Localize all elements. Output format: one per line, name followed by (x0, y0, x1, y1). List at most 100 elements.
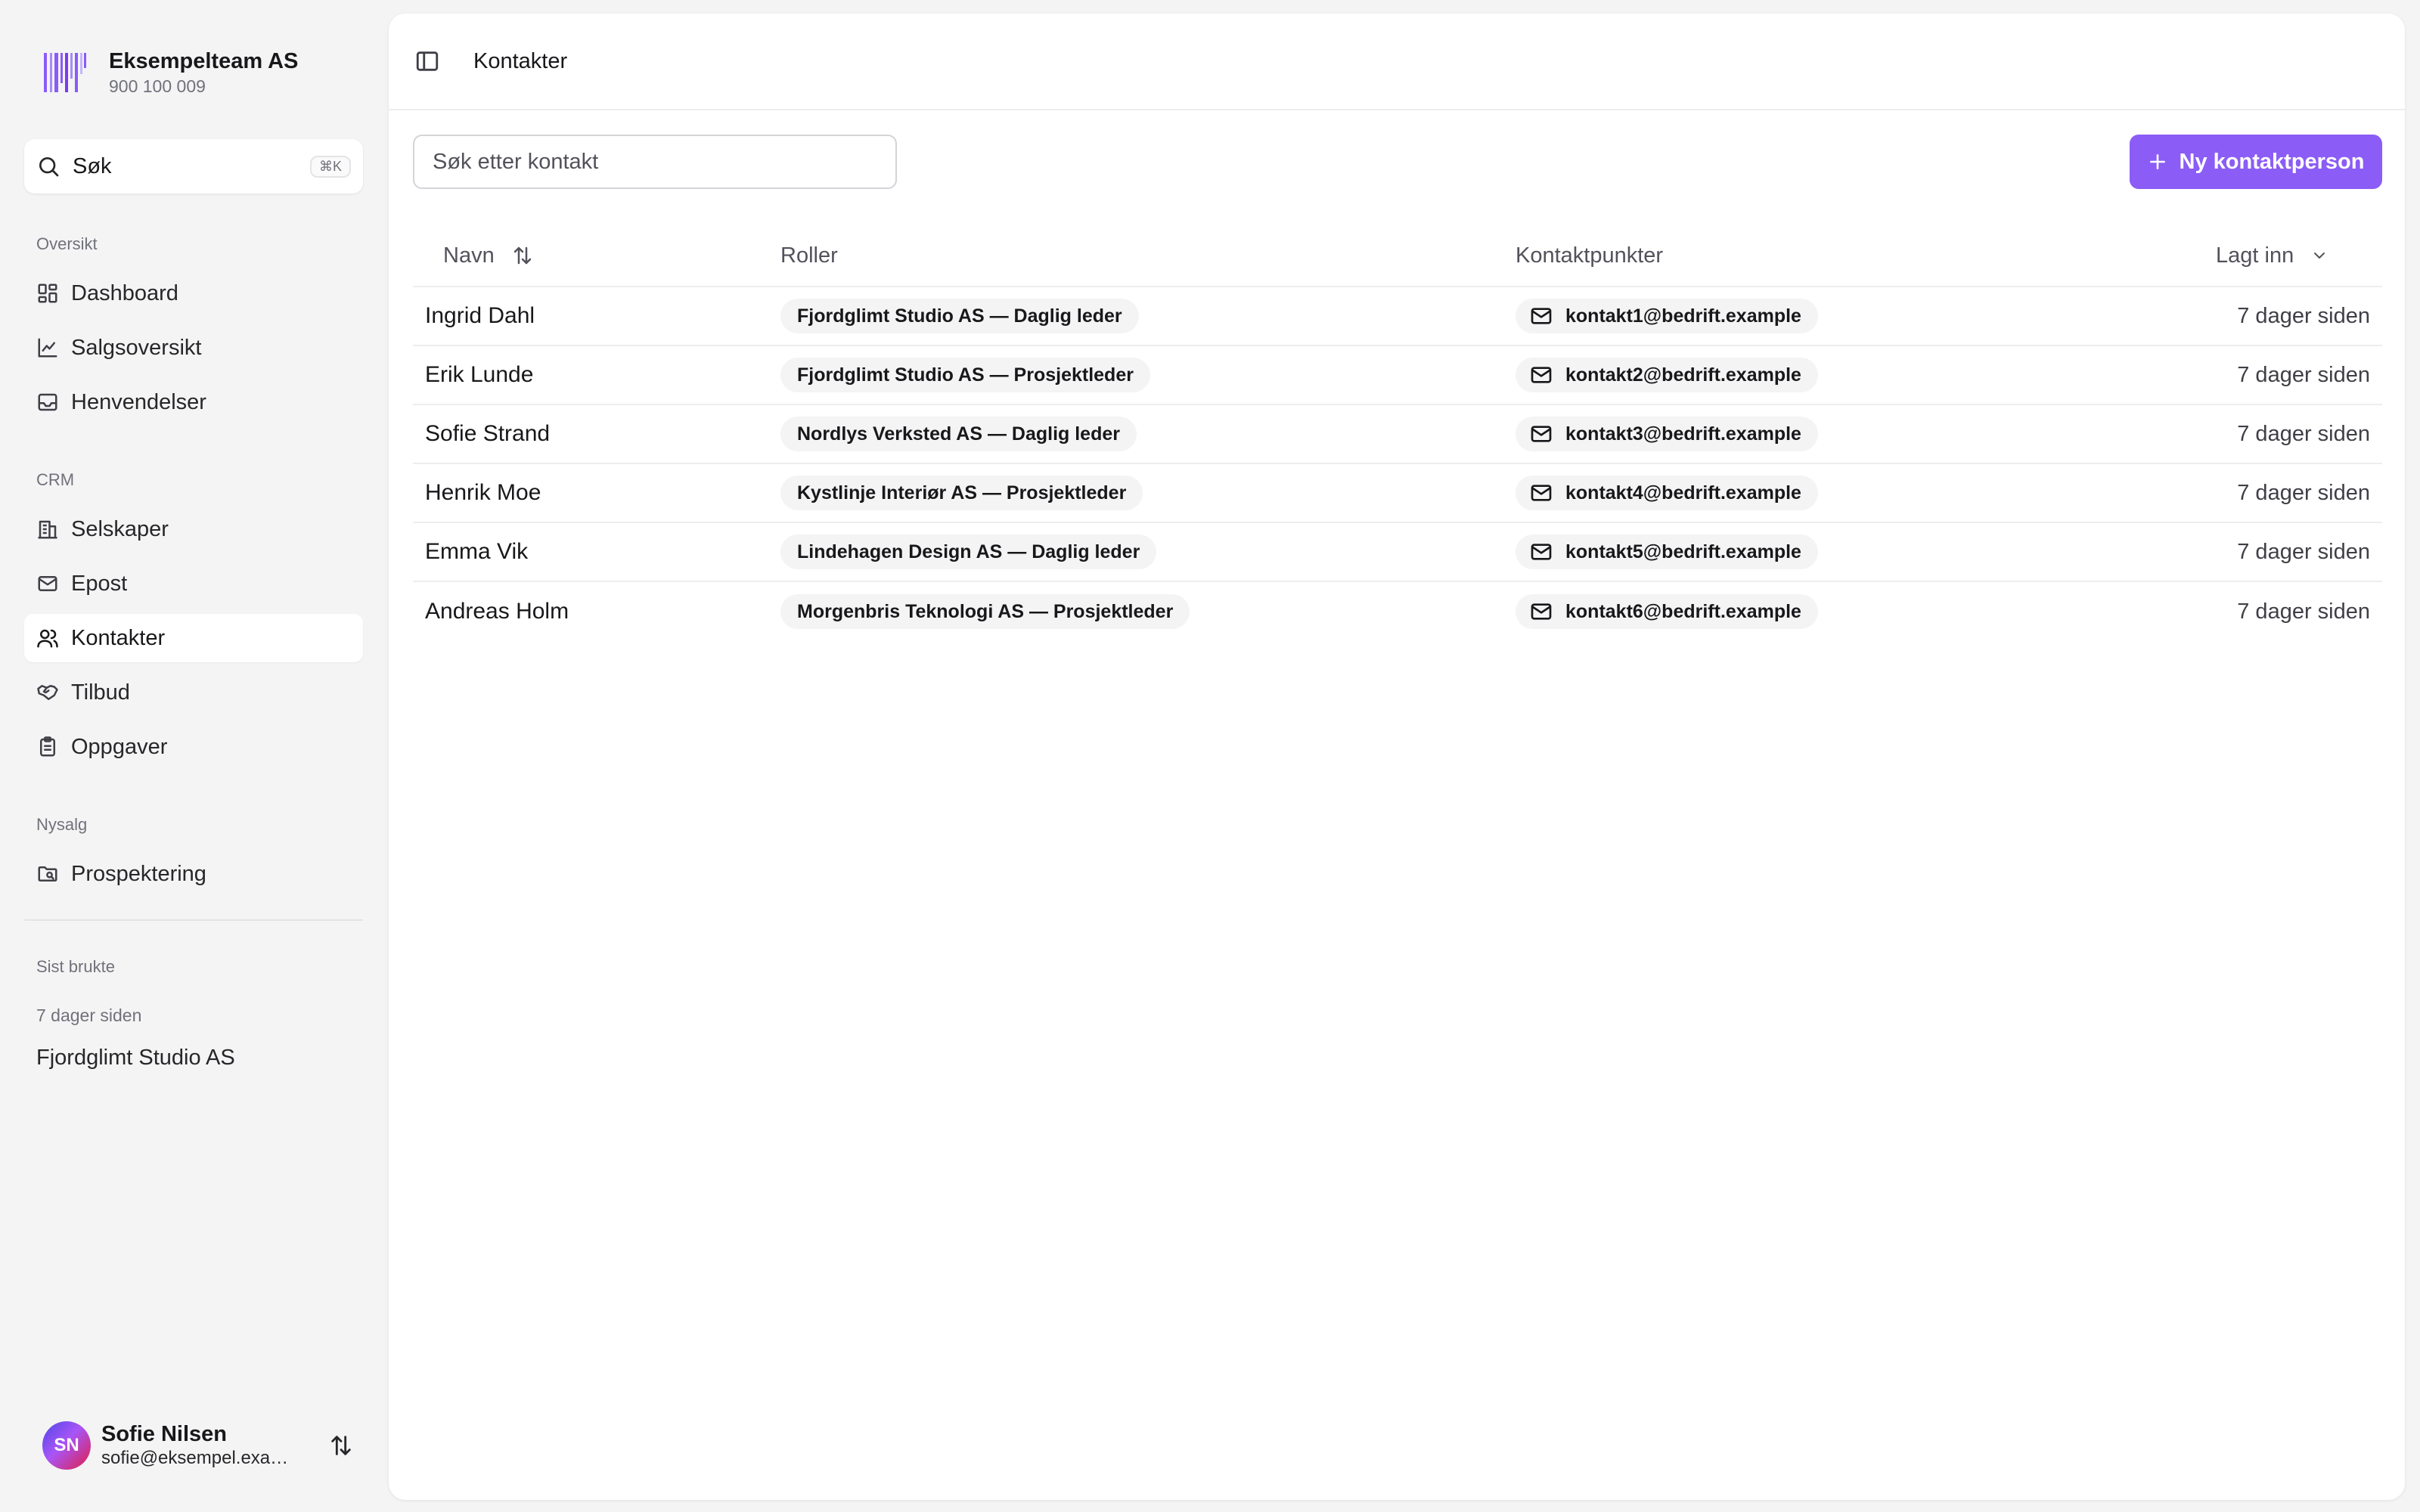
topbar: Kontakter (389, 14, 2405, 110)
user-name: Sofie Nilsen (101, 1422, 227, 1446)
users-icon (37, 629, 58, 648)
contact-name[interactable]: Emma Vik (413, 539, 780, 565)
sidebar-item-label: Epost (71, 571, 128, 596)
user-menu[interactable]: SN Sofie Nilsen sofie@eksempel.example (42, 1415, 354, 1476)
email-pill[interactable]: kontakt1@bedrift.example (1516, 299, 1818, 333)
section-label-recent: Sist brukte (36, 957, 115, 976)
sidebar-item-label: Prospektering (71, 861, 206, 886)
team-org-number: 900 100 009 (109, 76, 206, 96)
sort-icon[interactable] (511, 244, 534, 267)
email-pill[interactable]: kontakt2@bedrift.example (1516, 358, 1818, 392)
contact-name[interactable]: Ingrid Dahl (413, 303, 780, 329)
contact-name[interactable]: Sofie Strand (413, 421, 780, 447)
table-row[interactable]: Andreas Holm Morgenbris Teknologi AS — P… (413, 582, 2382, 641)
column-header-roles: Roller (780, 243, 838, 268)
main-panel: Kontakter Ny kontaktperson Navn Roller K… (389, 14, 2405, 1500)
handshake-icon (37, 685, 58, 700)
role-pill[interactable]: Fjordglimt Studio AS — Daglig leder (780, 299, 1139, 333)
role-pill[interactable]: Fjordglimt Studio AS — Prosjektleder (780, 358, 1150, 392)
column-header-name-label: Navn (443, 243, 495, 268)
email-text: kontakt2@bedrift.example (1565, 364, 1801, 386)
contact-name[interactable]: Henrik Moe (413, 480, 780, 506)
sidebar-item-kontakter[interactable]: Kontakter (24, 614, 363, 662)
email-text: kontakt5@bedrift.example (1565, 541, 1801, 562)
team-switcher[interactable]: Eksempelteam AS 900 100 009 (42, 45, 360, 100)
inbox-icon (38, 393, 57, 411)
column-header-added[interactable]: Lagt inn (2216, 243, 2382, 268)
role-pill[interactable]: Kystlinje Interiør AS — Prosjektleder (780, 476, 1143, 510)
role-pill[interactable]: Lindehagen Design AS — Daglig leder (780, 534, 1157, 569)
contact-name[interactable]: Andreas Holm (413, 599, 780, 624)
mail-icon (1531, 367, 1552, 383)
plus-icon (2149, 154, 2165, 169)
sidebar-item-label: Selskaper (71, 516, 169, 541)
sidebar-search[interactable]: Søk ⌘K (24, 139, 363, 194)
user-email: sofie@eksempel.example (101, 1448, 298, 1468)
role-pill[interactable]: Nordlys Verksted AS — Daglig leder (780, 417, 1137, 451)
section-label-nysalg: Nysalg (36, 815, 88, 834)
table-row[interactable]: Erik Lunde Fjordglimt Studio AS — Prosje… (413, 346, 2382, 405)
sidebar-item-label: Salgsoversikt (71, 335, 202, 360)
added-date: 7 dager siden (2237, 539, 2370, 564)
sidebar-item-label: Henvendelser (71, 389, 206, 414)
chevrons-up-down-icon[interactable] (328, 1433, 354, 1458)
sidebar-item-selskaper[interactable]: Selskaper (24, 505, 363, 553)
table-row[interactable]: Emma Vik Lindehagen Design AS — Daglig l… (413, 523, 2382, 582)
mail-icon (38, 576, 57, 591)
table-row[interactable]: Sofie Strand Nordlys Verksted AS — Dagli… (413, 405, 2382, 464)
section-label-crm: CRM (36, 470, 75, 489)
email-pill[interactable]: kontakt4@bedrift.example (1516, 476, 1818, 510)
sidebar-item-label: Kontakter (71, 625, 166, 650)
sidebar-item-prospektering[interactable]: Prospektering (24, 850, 363, 898)
table-row[interactable]: Henrik Moe Kystlinje Interiør AS — Prosj… (413, 464, 2382, 523)
contact-name[interactable]: Erik Lunde (413, 362, 780, 388)
added-date: 7 dager siden (2237, 480, 2370, 505)
search-icon (39, 157, 59, 177)
added-date: 7 dager siden (2237, 421, 2370, 446)
recent-item-link[interactable]: Fjordglimt Studio AS (36, 1046, 235, 1070)
added-date: 7 dager siden (2237, 599, 2370, 624)
table-row[interactable]: Ingrid Dahl Fjordglimt Studio AS — Dagli… (413, 287, 2382, 346)
email-pill[interactable]: kontakt3@bedrift.example (1516, 417, 1818, 451)
sidebar-item-henvendelser[interactable]: Henvendelser (24, 378, 363, 426)
search-label: Søk (73, 153, 112, 178)
contacts-table: Navn Roller Kontaktpunkter Lagt inn Ingr… (413, 225, 2382, 641)
sidebar-toggle-icon[interactable] (414, 48, 440, 74)
avatar: SN (42, 1421, 91, 1470)
sidebar-item-tilbud[interactable]: Tilbud (24, 668, 363, 717)
added-date: 7 dager siden (2237, 303, 2370, 328)
added-date: 7 dager siden (2237, 362, 2370, 387)
column-header-added-label: Lagt inn (2216, 243, 2294, 268)
sidebar-divider (24, 919, 363, 921)
building-icon (38, 520, 57, 539)
clipboard-icon (40, 736, 55, 757)
sidebar-item-label: Dashboard (71, 280, 178, 305)
chevron-down-icon (2314, 253, 2325, 259)
column-header-name[interactable]: Navn (413, 243, 780, 268)
sidebar-item-oppgaver[interactable]: Oppgaver (24, 723, 363, 771)
role-pill[interactable]: Morgenbris Teknologi AS — Prosjektleder (780, 594, 1190, 629)
email-text: kontakt3@bedrift.example (1565, 423, 1801, 445)
column-header-contacts: Kontaktpunkter (1516, 243, 1664, 268)
table-header: Navn Roller Kontaktpunkter Lagt inn (413, 225, 2382, 287)
mail-icon (1531, 485, 1552, 501)
sidebar-item-dashboard[interactable]: Dashboard (24, 269, 363, 318)
email-text: kontakt6@bedrift.example (1565, 600, 1801, 622)
mail-icon (1531, 544, 1552, 560)
email-pill[interactable]: kontakt6@bedrift.example (1516, 594, 1818, 629)
sidebar-item-salgsoversikt[interactable]: Salgsoversikt (24, 324, 363, 372)
sidebar-item-epost[interactable]: Epost (24, 559, 363, 608)
barcode-logo-icon (44, 53, 86, 92)
email-text: kontakt4@bedrift.example (1565, 482, 1801, 503)
mail-icon (1531, 603, 1552, 620)
new-contact-button[interactable]: Ny kontaktperson (2130, 135, 2382, 189)
recent-timestamp: 7 dager siden (36, 1005, 142, 1025)
mail-icon (1531, 308, 1552, 324)
email-pill[interactable]: kontakt5@bedrift.example (1516, 534, 1818, 569)
contact-search-input[interactable] (413, 135, 897, 189)
sidebar-item-label: Tilbud (71, 680, 130, 705)
section-label-overview: Oversikt (36, 234, 98, 253)
chart-line-icon (38, 338, 57, 358)
sidebar-item-label: Oppgaver (71, 734, 168, 759)
new-contact-label: Ny kontaktperson (2179, 149, 2365, 174)
